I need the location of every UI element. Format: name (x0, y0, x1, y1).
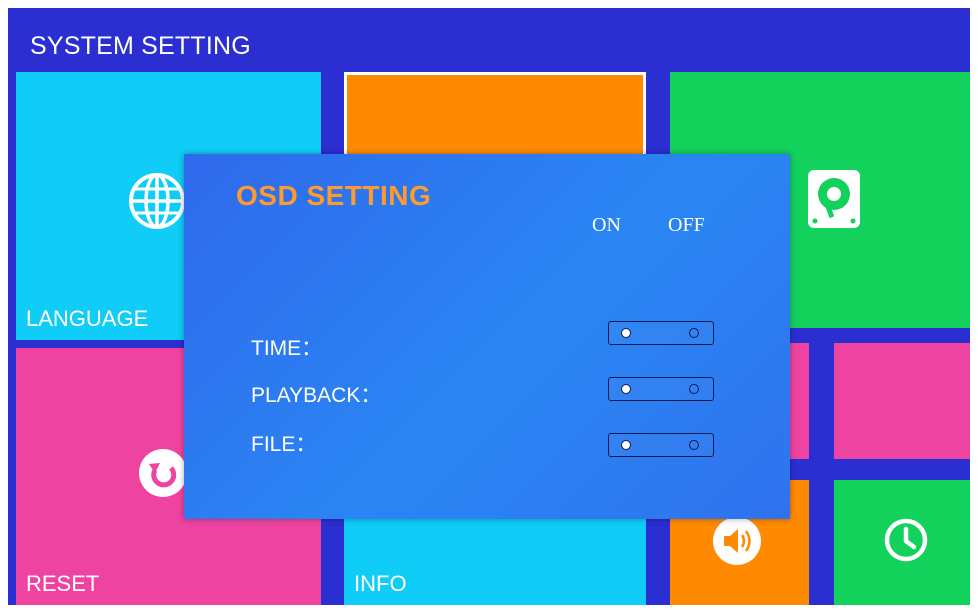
system-setting-screen: SYSTEM SETTING LANGUAGE RESET INFO OSD S… (8, 8, 970, 605)
language-label: LANGUAGE (26, 306, 149, 331)
page-title: SYSTEM SETTING (30, 32, 251, 60)
playback-toggle[interactable] (608, 377, 714, 401)
on-column-header: ON (592, 214, 621, 236)
off-indicator (689, 328, 699, 338)
clock-icon (884, 518, 928, 562)
file-toggle[interactable] (608, 433, 714, 457)
playback-label: PLAYBACK： (251, 384, 382, 407)
on-indicator (621, 384, 631, 394)
dialog-title: OSD SETTING (236, 180, 432, 211)
reset-label: RESET (26, 571, 100, 596)
osd-setting-dialog: OSD SETTING ON OFF TIME： PLAYBACK： FILE： (184, 154, 790, 519)
on-indicator (621, 328, 631, 338)
file-label: FILE： (251, 433, 317, 456)
time-label: TIME： (251, 337, 323, 360)
off-column-header: OFF (668, 214, 705, 236)
off-indicator (689, 440, 699, 450)
on-indicator (621, 440, 631, 450)
reset-icon (138, 448, 188, 498)
info-label: INFO (354, 571, 407, 596)
speaker-icon (712, 516, 762, 566)
clock-tile[interactable] (834, 480, 970, 605)
pink-tile-right[interactable] (834, 343, 970, 459)
hard-drive-icon (806, 168, 862, 230)
globe-icon (128, 172, 186, 230)
time-toggle[interactable] (608, 321, 714, 345)
off-indicator (689, 384, 699, 394)
